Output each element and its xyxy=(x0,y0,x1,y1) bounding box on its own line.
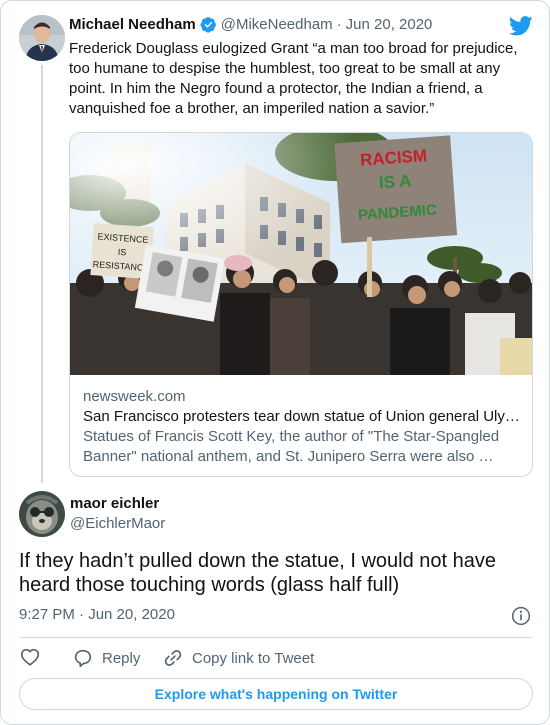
tweet-timestamp[interactable]: 9:27 PM · Jun 20, 2020 xyxy=(19,606,175,623)
link-preview-card[interactable]: RACISM IS A PANDEMIC EXISTENCE IS RESIST… xyxy=(69,132,533,477)
reply-label: Reply xyxy=(102,649,141,667)
header-separator: · xyxy=(336,16,342,33)
thread-connector-line xyxy=(41,65,43,483)
twitter-bird-icon[interactable] xyxy=(509,15,533,37)
copy-link-button[interactable]: Copy link to Tweet xyxy=(162,647,314,669)
reply-button[interactable]: Reply xyxy=(72,647,140,669)
divider xyxy=(19,637,533,638)
info-icon[interactable] xyxy=(511,606,531,626)
tweet-author-handle[interactable]: @EichlerMaor xyxy=(70,515,165,532)
quoted-tweet-header: Michael Needham @MikeNeedham · Jun 20, 2… xyxy=(69,16,432,33)
svg-text:IS: IS xyxy=(117,247,126,258)
verified-badge-icon xyxy=(200,17,216,33)
avatar-maor-eichler[interactable] xyxy=(19,491,65,537)
heart-icon xyxy=(20,648,40,666)
like-button[interactable] xyxy=(19,646,43,670)
explore-twitter-button[interactable]: Explore what's happening on Twitter xyxy=(19,678,533,710)
tweet-text: If they hadn’t pulled down the statue, I… xyxy=(19,550,496,596)
quoted-author-handle[interactable]: @MikeNeedham xyxy=(221,16,333,33)
link-preview-image: RACISM IS A PANDEMIC EXISTENCE IS RESIST… xyxy=(70,133,532,375)
link-preview-meta: newsweek.com San Francisco protesters te… xyxy=(83,387,523,467)
quoted-tweet-text: Frederick Douglass eulogized Grant “a ma… xyxy=(69,40,518,117)
link-domain: newsweek.com xyxy=(83,388,186,405)
link-icon xyxy=(164,650,182,666)
svg-text:IS A: IS A xyxy=(378,171,412,192)
explore-label: Explore what's happening on Twitter xyxy=(154,686,398,702)
link-title[interactable]: San Francisco protesters tear down statu… xyxy=(83,407,523,427)
avatar-michael-needham[interactable] xyxy=(19,15,65,61)
reply-icon xyxy=(74,649,92,668)
quoted-author-name[interactable]: Michael Needham xyxy=(69,16,196,33)
tweet-embed-card: Michael Needham @MikeNeedham · Jun 20, 2… xyxy=(0,0,550,725)
quoted-tweet-date[interactable]: Jun 20, 2020 xyxy=(346,16,433,33)
copy-link-label: Copy link to Tweet xyxy=(192,649,315,667)
link-description: Statues of Francis Scott Key, the author… xyxy=(83,428,500,465)
tweet-author-name[interactable]: maor eichler xyxy=(70,495,159,512)
